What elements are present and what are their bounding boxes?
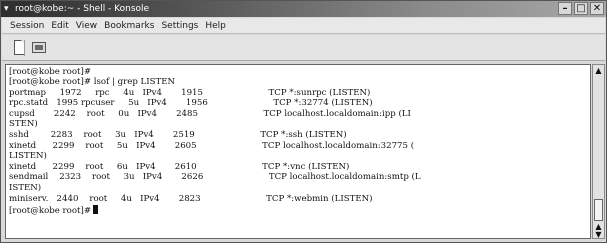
terminal-line: miniserv. 2440 root 4u IPv4 2823 TCP *:w… [9,194,373,204]
terminal-output[interactable]: [root@kobe root]# [root@kobe root]# lsof… [5,64,591,239]
terminal-icon[interactable] [29,38,49,58]
terminal-prompt-line: [root@kobe root]# [9,205,99,216]
menu-edit[interactable]: Edit [51,18,68,33]
terminal-line: portmap 1972 rpc 4u IPv4 1915 TCP *:sunr… [9,88,371,98]
window-controls: – □ ✕ [558,2,604,15]
new-session-icon[interactable] [10,38,30,58]
menu-settings[interactable]: Settings [161,18,198,33]
konsole-window: ▾ root@kobe:~ - Shell - Konsole – □ ✕ Se… [0,0,607,243]
menu-session[interactable]: Session [10,18,44,33]
terminal-line: [root@kobe root]# [9,67,92,77]
menu-bar: Session Edit View Bookmarks Settings Hel… [2,18,605,34]
title-bar[interactable]: ▾ root@kobe:~ - Shell - Konsole – □ ✕ [1,1,606,17]
terminal-prompt: [root@kobe root]# [9,206,92,216]
close-button[interactable]: ✕ [590,2,604,15]
scrollbar-thumb[interactable] [594,199,603,221]
terminal-line: sshd 2283 root 3u IPv4 2519 TCP *:ssh (L… [9,130,347,140]
text-cursor [93,205,99,214]
window-menu-icon[interactable]: ▾ [4,1,14,17]
maximize-button[interactable]: □ [574,2,588,15]
menu-view[interactable]: View [76,18,97,33]
vertical-scrollbar[interactable]: ▲ ▲ ▼ [592,64,605,239]
scroll-arrows-icon[interactable]: ▲ ▼ [593,223,604,239]
menu-bookmarks[interactable]: Bookmarks [104,18,154,33]
terminal-line: xinetd 2299 root 6u IPv4 2610 TCP *:vnc … [9,162,350,172]
terminal-line: [root@kobe root]# lsof | grep LISTEN [9,77,176,87]
terminal-line: LISTEN) [9,151,47,161]
terminal-line: cupsd 2242 root 0u IPv4 2485 TCP localho… [9,109,411,119]
terminal-line: sendmail 2323 root 3u IPv4 2626 TCP loca… [9,172,421,182]
terminal-line: STEN) [9,119,38,129]
toolbar [2,35,605,61]
terminal-line: xinetd 2299 root 5u IPv4 2605 TCP localh… [9,141,415,151]
terminal-line: ISTEN) [9,183,42,193]
terminal-line: rpc.statd 1995 rpcuser 5u IPv4 1956 TCP … [9,98,373,108]
minimize-button[interactable]: – [558,2,572,15]
menu-help[interactable]: Help [205,18,226,33]
toolbar-separator [24,40,25,56]
window-title: root@kobe:~ - Shell - Konsole [15,4,150,14]
scroll-up-arrow-icon[interactable]: ▲ [593,65,604,77]
